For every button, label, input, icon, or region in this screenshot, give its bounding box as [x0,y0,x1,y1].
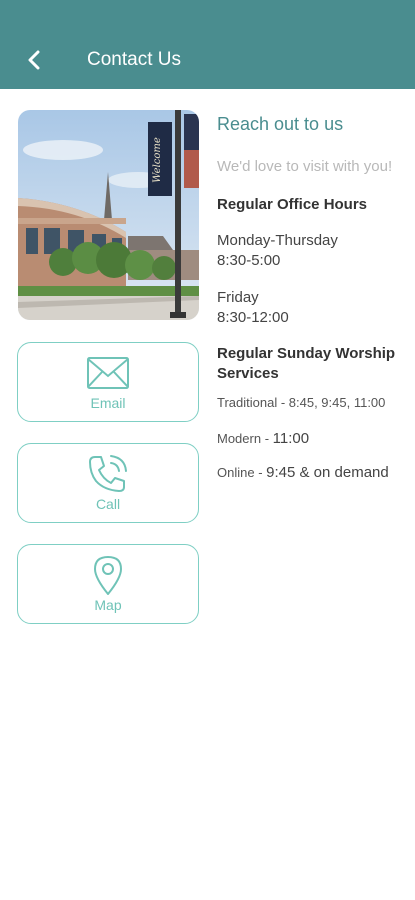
page-title: Contact Us [87,49,181,70]
map-button[interactable]: Map [17,544,199,624]
online-time: 9:45 & on demand [266,464,389,481]
traditional-service: Traditional - 8:45, 9:45, 11:00 [217,395,386,410]
info-heading: Reach out to us [217,114,344,134]
online-label: Online - [217,465,267,480]
worship-title: Regular Sunday Worship Services [217,345,396,382]
modern-service: Modern - 11:00 [217,430,407,448]
call-button[interactable]: Call [17,443,199,523]
modern-time: 11:00 [272,430,310,447]
call-label: Call [95,496,121,512]
friday-time: 8:30-12:00 [217,309,289,326]
chevron-left-icon [28,50,40,70]
church-photo: Welcome [18,110,199,320]
modern-label: Modern - [217,431,273,446]
contact-info: Reach out to us We'd love to visit with … [217,112,407,482]
weekday-hours: Monday-Thursday 8:30-5:00 [217,231,407,271]
banner-text: Welcome [152,137,163,183]
envelope-icon [85,353,131,393]
weekday-time: 8:30-5:00 [217,252,281,269]
app-header: Contact Us [0,0,415,89]
email-button[interactable]: Email [17,342,199,422]
email-label: Email [90,395,126,411]
map-label: Map [94,597,122,613]
online-service: Online - 9:45 & on demand [217,464,407,482]
friday-hours: Friday 8:30-12:00 [217,288,407,328]
phone-icon [85,454,131,494]
office-hours-title: Regular Office Hours [217,196,368,213]
friday-day: Friday [217,289,259,306]
info-subheading: We'd love to visit with you! [217,158,393,175]
weekday-days: Monday-Thursday [217,232,338,249]
map-pin-icon [85,555,131,595]
back-button[interactable] [22,46,46,74]
